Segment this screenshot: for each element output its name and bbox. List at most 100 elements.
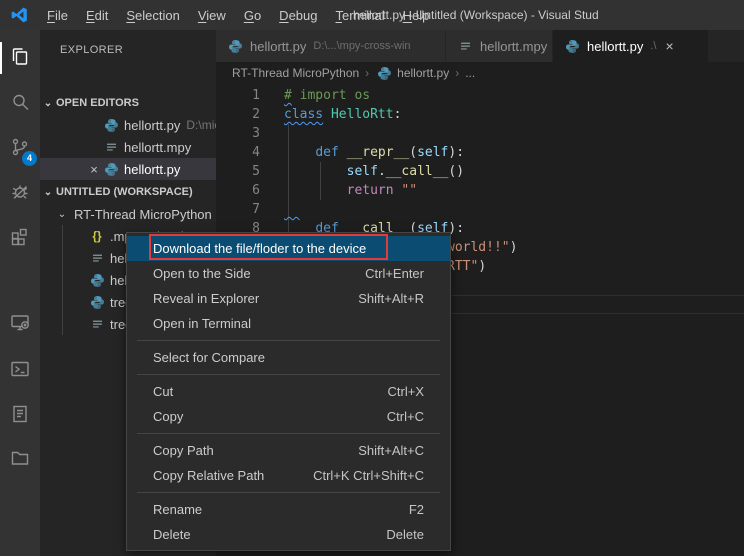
file-name: hellortt.py — [124, 162, 180, 177]
activity-bar: 4 — [0, 30, 40, 556]
menu-item-shortcut: Delete — [386, 527, 424, 542]
context-menu-item[interactable]: Download the file/floder to the device — [127, 236, 450, 261]
file-file-icon — [88, 252, 106, 265]
menu-mnemonic: T — [335, 8, 342, 23]
breadcrumb-item[interactable]: hellortt.py — [375, 66, 449, 81]
chevron-down-icon: ⌄ — [54, 209, 70, 220]
tab-path: .\ — [650, 40, 656, 52]
terminal-icon — [8, 357, 32, 384]
menu-item-shortcut: Ctrl+X — [388, 384, 424, 399]
menu-item-label: Delete — [153, 527, 356, 542]
open-editors-header-label: OPEN EDITORS — [56, 97, 139, 109]
editor-tab-2[interactable]: hellortt.mpy — [446, 30, 553, 62]
activity-item-folder-browser[interactable] — [0, 438, 40, 478]
code-line: 4 def __repr__(self): — [216, 143, 517, 162]
json-file-icon: {} — [88, 229, 106, 243]
menu-item-label: Select for Compare — [153, 350, 424, 365]
menubar-item-edit[interactable]: Edit — [77, 8, 117, 23]
menu-item-label: Open to the Side — [153, 266, 335, 281]
menu-item-label: Copy — [153, 409, 357, 424]
code-line: 3 — [216, 124, 517, 143]
code-token: ) — [478, 259, 486, 274]
close-icon[interactable]: × — [86, 162, 102, 177]
activity-item-debug[interactable] — [0, 172, 40, 212]
code-token: # — [284, 88, 292, 103]
code-token — [284, 183, 347, 198]
context-menu-item[interactable]: Delete Delete — [127, 522, 450, 547]
tab-path: D:\...\mpy-cross-win — [313, 40, 410, 52]
context-menu-item[interactable]: Open in Terminal — [127, 311, 450, 336]
folder-name: RT-Thread MicroPython — [74, 207, 212, 222]
menu-item-label: Copy Relative Path — [153, 468, 283, 483]
activity-item-source-control[interactable]: 4 — [0, 128, 40, 168]
line-content: def __repr__(self): — [260, 143, 464, 162]
breadcrumb-item[interactable]: RT-Thread MicroPython — [232, 66, 359, 80]
editor-tab-3[interactable]: hellortt.py.\× — [553, 30, 709, 62]
line-number: 3 — [216, 124, 260, 143]
context-menu-item[interactable]: CutCtrl+X — [127, 379, 450, 404]
breadcrumb-label: hellortt.py — [397, 66, 449, 80]
activity-item-explorer[interactable] — [0, 38, 40, 78]
breadcrumb-item[interactable]: ... — [465, 66, 475, 80]
menu-separator — [137, 340, 440, 341]
breadcrumb-separator-icon: › — [455, 66, 459, 80]
python-file-icon — [88, 273, 106, 288]
open-editor-item[interactable]: × hellortt.py — [40, 158, 216, 180]
context-menu-item[interactable]: RenameF2 — [127, 497, 450, 522]
context-menu-item[interactable]: Copy Relative PathCtrl+K Ctrl+Shift+C — [127, 463, 450, 488]
editor-tab-1[interactable]: hellortt.pyD:\...\mpy-cross-win — [216, 30, 446, 62]
line-number: 6 — [216, 181, 260, 200]
menu-item-shortcut: Ctrl+C — [387, 409, 424, 424]
breadcrumb-label: RT-Thread MicroPython — [232, 66, 359, 80]
code-token — [323, 107, 331, 122]
activity-item-terminal[interactable] — [0, 350, 40, 390]
menu-mnemonic: D — [279, 8, 288, 23]
menu-item-shortcut: Ctrl+Enter — [365, 266, 424, 281]
menubar-item-selection[interactable]: Selection — [117, 8, 188, 23]
menu-separator — [137, 374, 440, 375]
file-file-icon — [88, 318, 106, 331]
code-token: return — [347, 183, 394, 198]
workspace-header[interactable]: ⌄UNTITLED (WORKSPACE) — [40, 181, 216, 203]
code-token: class — [284, 107, 323, 122]
code-line: 7 — [216, 200, 517, 219]
editor-split-border[interactable] — [451, 313, 744, 314]
workspace-header-label: UNTITLED (WORKSPACE) — [56, 186, 193, 198]
context-menu-item[interactable]: Select for Compare — [127, 345, 450, 370]
editor-split-border[interactable] — [451, 295, 744, 296]
menubar-item-view[interactable]: View — [189, 8, 235, 23]
menubar-item-debug[interactable]: Debug — [270, 8, 326, 23]
file-file-icon — [102, 141, 120, 154]
code-line: 5 self.__call__() — [216, 162, 517, 181]
menu-item-label: Rename — [153, 502, 379, 517]
context-menu-item[interactable]: Open to the Side Ctrl+Enter — [127, 261, 450, 286]
line-number: 1 — [216, 86, 260, 105]
code-token: __repr__ — [347, 145, 410, 160]
window-title: hellortt.py - Untitled (Workspace) - Vis… — [353, 0, 744, 30]
editor-tab-bar: hellortt.pyD:\...\mpy-cross-winhellortt.… — [216, 30, 744, 62]
context-menu-item[interactable]: Copy Ctrl+C — [127, 404, 450, 429]
context-menu-item[interactable]: Copy PathShift+Alt+C — [127, 438, 450, 463]
menubar-item-file[interactable]: File — [38, 8, 77, 23]
code-token: ) — [510, 240, 518, 255]
menubar-item-go[interactable]: Go — [235, 8, 270, 23]
code-token: "" — [401, 183, 417, 198]
code-token: self — [417, 145, 448, 160]
activity-item-search[interactable] — [0, 83, 40, 123]
activity-item-device-manager[interactable] — [0, 303, 40, 343]
chevron-down-icon: ⌄ — [40, 98, 56, 109]
line-content: return "" — [260, 181, 417, 200]
activity-item-extensions[interactable] — [0, 216, 40, 256]
open-editors-header[interactable]: ⌄OPEN EDITORS — [40, 92, 216, 114]
open-editor-item[interactable]: hellortt.mpy — [40, 136, 216, 158]
open-editor-item[interactable]: hellortt.pyD:\micr... — [40, 114, 216, 136]
line-content: # import os — [260, 86, 370, 105]
python-file-icon — [102, 118, 120, 133]
activity-item-output[interactable] — [0, 395, 40, 435]
workspace-folder[interactable]: ⌄ RT-Thread MicroPython — [40, 203, 216, 225]
context-menu-item[interactable]: Reveal in ExplorerShift+Alt+R — [127, 286, 450, 311]
file-name: hellortt.py — [124, 118, 180, 133]
close-icon[interactable]: × — [666, 38, 674, 54]
sidebar-title: EXPLORER — [40, 30, 216, 56]
menu-mnemonic: E — [86, 8, 95, 23]
